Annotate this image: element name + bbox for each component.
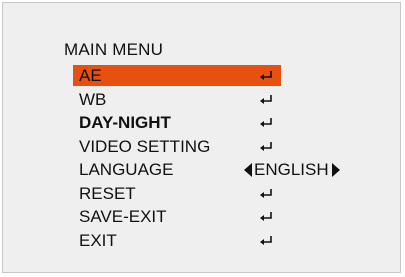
menu-item-label: WB xyxy=(79,89,107,109)
enter-icon xyxy=(260,71,272,80)
enter-icon xyxy=(260,235,272,245)
language-selector[interactable]: ENGLISH xyxy=(244,158,340,181)
enter-icon xyxy=(260,141,272,151)
arrow-right-icon[interactable] xyxy=(331,162,340,177)
menu-item-exit[interactable]: EXIT xyxy=(73,229,373,253)
enter-icon xyxy=(260,118,272,127)
menu-item-video-setting[interactable]: VIDEO SETTING xyxy=(73,135,373,159)
menu-item-label: EXIT xyxy=(79,230,117,250)
enter-icon xyxy=(260,188,272,198)
menu-item-save-exit[interactable]: SAVE-EXIT xyxy=(73,205,373,229)
menu-item-label: VIDEO SETTING xyxy=(79,136,211,156)
menu-title: MAIN MENU xyxy=(64,40,164,59)
menu-item-day-night[interactable]: DAY-NIGHT xyxy=(73,111,373,135)
selection-highlight xyxy=(73,65,281,86)
menu-item-label: SAVE-EXIT xyxy=(79,207,167,226)
arrow-left-icon[interactable] xyxy=(244,162,252,177)
language-value: ENGLISH xyxy=(254,160,329,179)
enter-icon xyxy=(260,94,272,104)
menu-item-label: RESET xyxy=(79,183,136,203)
menu-item-ae[interactable]: AE xyxy=(73,64,373,88)
menu-item-wb[interactable]: WB xyxy=(73,88,373,112)
menu-item-language[interactable]: LANGUAGE ENGLISH xyxy=(73,158,373,182)
menu-item-label: AE xyxy=(79,66,102,85)
osd-menu-panel: MAIN MENU AE WB DAY-NIGHT VIDEO SETTING … xyxy=(2,2,401,273)
menu-list: AE WB DAY-NIGHT VIDEO SETTING LANGUAGE E… xyxy=(73,64,373,252)
enter-icon xyxy=(260,212,272,221)
menu-item-label: DAY-NIGHT xyxy=(79,113,171,132)
menu-item-reset[interactable]: RESET xyxy=(73,182,373,206)
menu-item-label: LANGUAGE xyxy=(79,160,174,179)
